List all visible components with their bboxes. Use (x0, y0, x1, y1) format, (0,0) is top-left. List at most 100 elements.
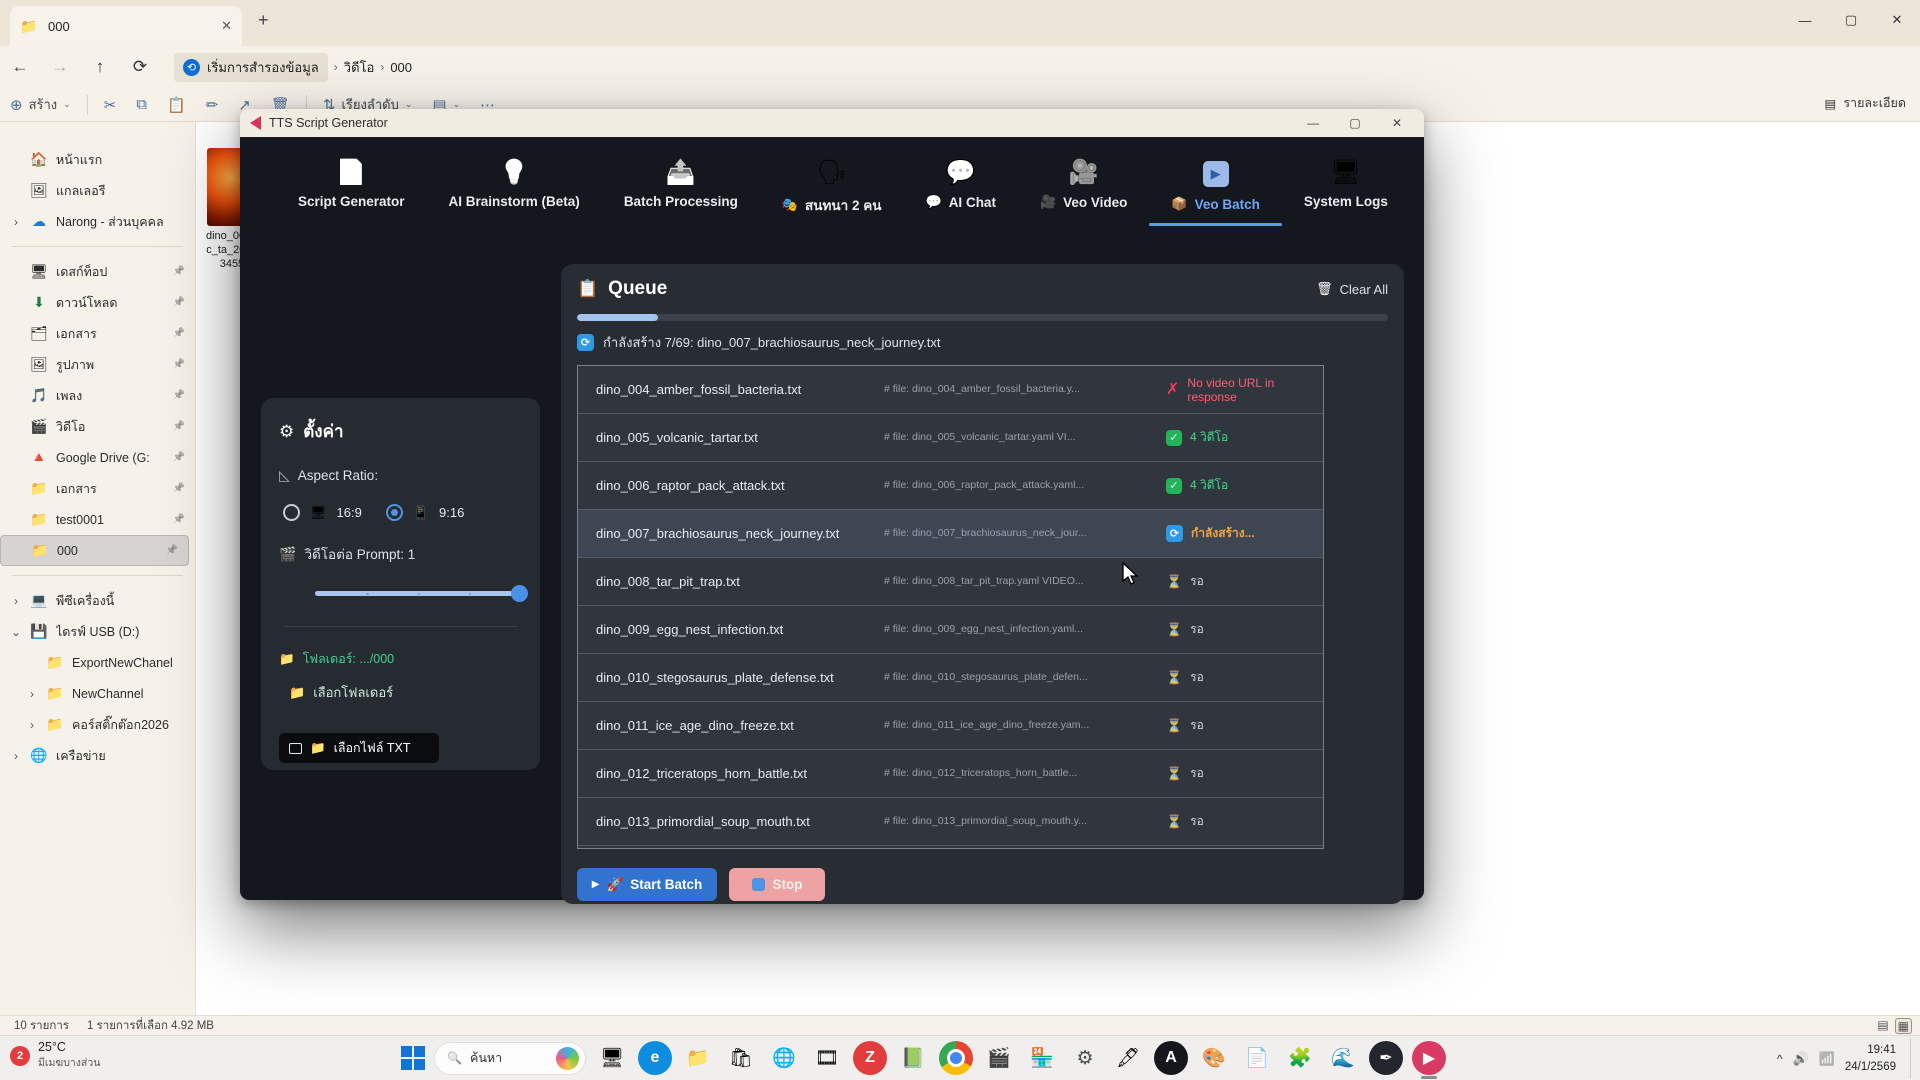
queue-row[interactable]: dino_010_stegosaurus_plate_defense.txt #… (578, 654, 1323, 702)
chrome-icon[interactable] (939, 1041, 973, 1075)
queue-row[interactable]: dino_008_tar_pit_trap.txt # file: dino_0… (578, 558, 1323, 606)
rename-button[interactable]: ✏ (196, 96, 229, 114)
tab-system-logs[interactable]: 🖥 System Logs (1282, 155, 1410, 223)
chevron-down-icon[interactable]: ⌄ (10, 625, 22, 639)
windows-start-button[interactable] (400, 1046, 425, 1071)
close-button[interactable]: ✕ (1874, 0, 1920, 40)
sidebar-item-onedrive[interactable]: › ☁ Narong - ส่วนบุคคล (0, 206, 195, 237)
tab-batch-processing[interactable]: 📤 Batch Processing (602, 155, 760, 223)
chevron-right-icon[interactable]: › (26, 718, 38, 732)
queue-row[interactable]: dino_011_ice_age_dino_freeze.txt # file:… (578, 702, 1323, 750)
sidebar-item-google-drive[interactable]: 🔺 Google Drive (G: 📌 (0, 442, 195, 473)
queue-row[interactable]: dino_012_triceratops_horn_battle.txt # f… (578, 750, 1323, 798)
details-button[interactable]: ▤ รายละเอียด (1825, 93, 1906, 113)
queue-row[interactable]: dino_004_amber_fossil_bacteria.txt # fil… (578, 366, 1323, 414)
close-tab-icon[interactable]: ✕ (221, 18, 232, 34)
pen-app-icon[interactable]: 🖋 (1111, 1041, 1145, 1075)
chevron-right-icon[interactable]: › (10, 215, 22, 229)
volume-icon[interactable]: 🔊 (1792, 1051, 1808, 1067)
chevron-right-icon[interactable]: › (10, 749, 22, 763)
edge-browser-icon[interactable]: e (638, 1041, 672, 1075)
sidebar-item-home[interactable]: 🏠 หน้าแรก (0, 144, 195, 175)
taskbar-app-icon[interactable]: 🏪 (1025, 1041, 1059, 1075)
breadcrumb-backup-chip[interactable]: ⟲ เริ่มการสำรองข้อมูล (174, 53, 328, 82)
paste-button[interactable]: 📋 (157, 96, 196, 114)
view-grid-toggle[interactable]: ▦ (1895, 1018, 1912, 1034)
media-app-icon[interactable]: 🎞 (810, 1041, 844, 1075)
back-button[interactable]: ← (0, 57, 40, 77)
sidebar-item-documents-folder[interactable]: 📁 เอกสาร 📌 (0, 473, 195, 504)
choose-txt-files-button[interactable]: 📁 เลือกไฟล์ TXT (279, 733, 439, 763)
taskbar-clock[interactable]: 19:41 24/1/2569 (1845, 1042, 1896, 1075)
view-list-toggle[interactable]: ▤ (1877, 1018, 1888, 1034)
sidebar-item-newchannel[interactable]: › 📁 NewChannel (0, 678, 195, 709)
sidebar-item-test0001[interactable]: 📁 test0001 📌 (0, 504, 195, 535)
browser-icon[interactable]: 🌐 (767, 1041, 801, 1075)
tab-veo-video[interactable]: 🎥 🎥 Veo Video (1018, 155, 1149, 224)
stop-button-disabled[interactable]: Stop (729, 868, 825, 901)
chevron-up-icon[interactable]: ^ (1777, 1052, 1783, 1066)
copy-button[interactable]: ⧉ (126, 96, 157, 113)
start-batch-button[interactable]: ▶ 🚀 Start Batch (577, 868, 717, 901)
design-app-icon[interactable]: 🎨 (1197, 1041, 1231, 1075)
queue-row[interactable]: dino_005_volcanic_tartar.txt # file: din… (578, 414, 1323, 462)
sidebar-item-pictures[interactable]: 🖼 รูปภาพ 📌 (0, 349, 195, 380)
tab-veo-batch-active[interactable]: ▶ 📦 Veo Batch (1149, 155, 1281, 226)
queue-row-active[interactable]: dino_007_brachiosaurus_neck_journey.txt … (578, 510, 1323, 558)
minimize-button[interactable]: — (1296, 116, 1330, 130)
sidebar-item-desktop[interactable]: 🖥 เดสก์ท็อป 📌 (0, 256, 195, 287)
queue-row[interactable]: dino_013_primordial_soup_mouth.txt # fil… (578, 798, 1323, 846)
choose-folder-button[interactable]: 📁 เลือกโฟลเดอร์ (289, 682, 522, 703)
taskbar-app-icon[interactable]: 🖥 (595, 1041, 629, 1075)
taskbar-app-icon[interactable]: 📗 (896, 1041, 930, 1075)
queue-row[interactable]: dino_006_raptor_pack_attack.txt # file: … (578, 462, 1323, 510)
sidebar-item-tiktok-course[interactable]: › 📁 คอร์สติ๊กต๊อก2026 (0, 709, 195, 740)
slider-knob[interactable] (511, 585, 528, 602)
network-icon[interactable]: 📶 (1819, 1051, 1835, 1067)
chevron-right-icon[interactable]: › (26, 687, 38, 701)
refresh-button[interactable]: ⟳ (120, 57, 160, 77)
tab-script-generator[interactable]: 📄 Script Generator (276, 155, 427, 223)
video-editor-icon[interactable]: 🎬 (982, 1041, 1016, 1075)
taskbar-app-icon[interactable]: Z (853, 1041, 887, 1075)
radio-16-9[interactable] (283, 504, 300, 521)
breadcrumb-video[interactable]: วิดีโอ (344, 57, 375, 78)
cut-button[interactable]: ✂ (94, 96, 127, 114)
settings-icon[interactable]: ⚙ (1068, 1041, 1102, 1075)
new-tab-button[interactable]: + (258, 10, 269, 31)
close-button[interactable]: ✕ (1380, 116, 1414, 130)
sidebar-item-000-selected[interactable]: 📁 000 📌 (0, 535, 189, 566)
taskbar-app-icon[interactable]: 🧩 (1283, 1041, 1317, 1075)
tab-conversation-2[interactable]: 🗣 🎭 สนทนา 2 คน (760, 155, 904, 230)
new-button[interactable]: ⊕ สร้าง ⌄ (0, 94, 81, 115)
tab-ai-chat[interactable]: 💬 💬 AI Chat (904, 155, 1018, 224)
maximize-button[interactable]: ▢ (1828, 0, 1874, 40)
show-desktop-button[interactable] (1910, 1038, 1914, 1079)
videos-per-prompt-slider[interactable] (315, 591, 520, 596)
taskbar-search-box[interactable]: 🔍 ค้นหา (434, 1042, 586, 1075)
taskbar-app-icon[interactable]: A (1154, 1041, 1188, 1075)
sidebar-item-gallery[interactable]: 🖼 แกลเลอรี (0, 175, 195, 206)
sidebar-item-usb-drive[interactable]: ⌄ 💾 ไดรฟ์ USB (D:) (0, 616, 195, 647)
tab-ai-brainstorm[interactable]: 💡 AI Brainstorm (Beta) (427, 155, 602, 223)
breadcrumb-000[interactable]: 000 (390, 60, 412, 75)
sidebar-item-music[interactable]: 🎵 เพลง 📌 (0, 380, 195, 411)
file-explorer-icon[interactable]: 📁 (681, 1041, 715, 1075)
explorer-tab[interactable]: 📁 000 ✕ (10, 6, 242, 46)
forward-button[interactable]: → (40, 57, 80, 77)
maximize-button[interactable]: ▢ (1338, 116, 1372, 130)
minimize-button[interactable]: — (1782, 0, 1828, 40)
sidebar-item-exportnewchanel[interactable]: 📁 ExportNewChanel (0, 647, 195, 678)
tts-title-bar[interactable]: TTS Script Generator — ▢ ✕ (240, 109, 1424, 137)
clear-all-button[interactable]: 🗑 Clear All (1316, 281, 1388, 297)
taskbar-app-icon[interactable]: 🌊 (1326, 1041, 1360, 1075)
sidebar-item-videos[interactable]: 🎬 วิดีโอ 📌 (0, 411, 195, 442)
notes-app-icon[interactable]: 📄 (1240, 1041, 1274, 1075)
sidebar-item-this-pc[interactable]: › 💻 พีซีเครื่องนี้ (0, 585, 195, 616)
queue-row[interactable]: dino_009_egg_nest_infection.txt # file: … (578, 606, 1323, 654)
weather-widget[interactable]: 2 25°C มีเมฆบางส่วน (10, 1040, 100, 1071)
ink-app-icon[interactable]: ✒ (1369, 1041, 1403, 1075)
sidebar-item-network[interactable]: › 🌐 เครือข่าย (0, 740, 195, 771)
tts-app-icon-active[interactable]: ▶ (1412, 1041, 1446, 1075)
up-button[interactable]: ↑ (80, 57, 120, 77)
